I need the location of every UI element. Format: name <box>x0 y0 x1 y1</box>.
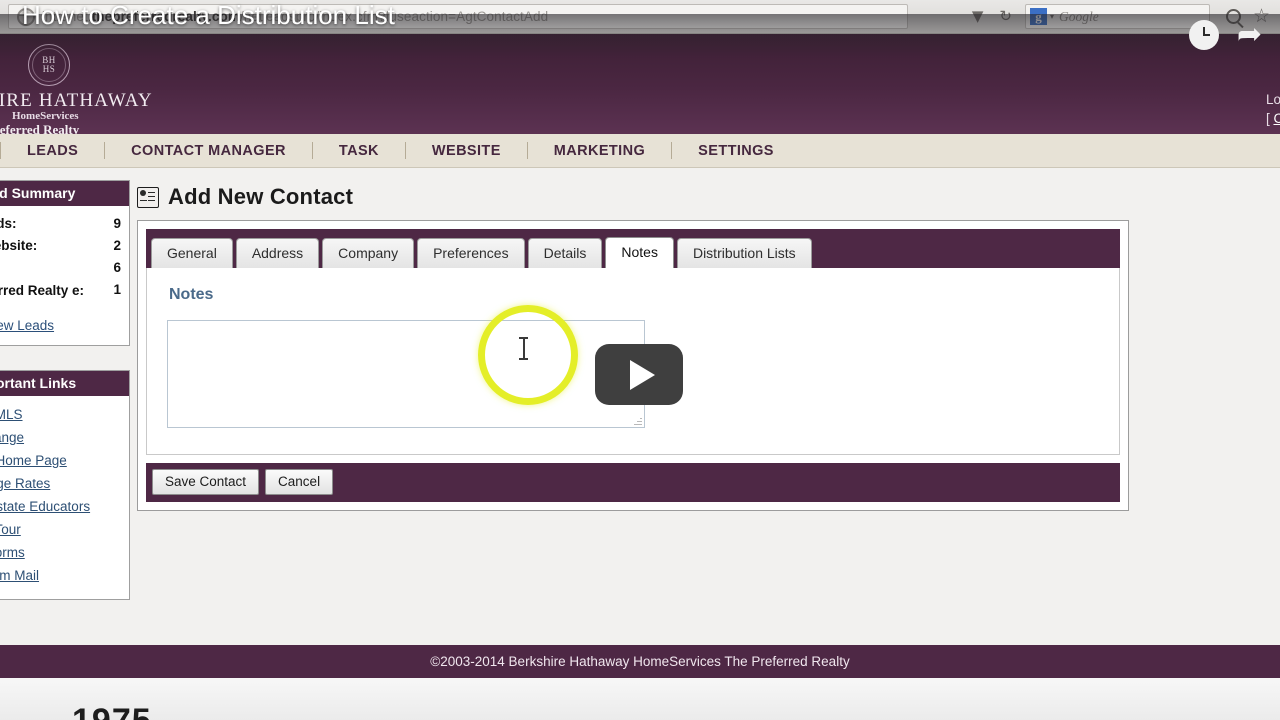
notes-field-wrapper <box>167 320 645 428</box>
link-item-virtual-tour[interactable]: ual Tour <box>0 518 121 541</box>
link-item-quantum-mail[interactable]: antum Mail <box>0 564 121 587</box>
tab-details[interactable]: Details <box>527 238 603 268</box>
nav-item-leads[interactable]: LEADS <box>1 143 104 159</box>
link-item-real-estate-educators[interactable]: al Estate Educators <box>0 495 121 518</box>
bhhs-seal-icon: BH HS <box>28 44 70 86</box>
video-controls: ➦ <box>1188 20 1262 50</box>
view-new-leads-link[interactable]: w New Leads <box>0 318 121 333</box>
row-label: ; Website: <box>0 238 38 253</box>
link-item-exchange[interactable]: xchange <box>0 426 121 449</box>
tab-bar: General Address Company Preferences Deta… <box>146 229 1120 268</box>
important-links-body: ion MLS xchange HS Home Page rtgage Rate… <box>0 396 129 599</box>
lead-summary-row: ; Website: 2 <box>0 235 121 257</box>
google-icon: g <box>1029 8 1047 25</box>
link-item-mls[interactable]: ion MLS <box>0 403 121 426</box>
lead-summary-panel: Lead Summary Leads: 9 ; Website: 2 e: 6 … <box>0 180 130 346</box>
share-icon[interactable]: ➦ <box>1237 20 1262 50</box>
nav-item-settings[interactable]: SETTINGS <box>672 143 800 159</box>
seal-line-2: HS <box>42 64 56 74</box>
logout-row: [ Clo <box>1266 109 1280 128</box>
logout-link[interactable]: Clo <box>1273 111 1280 126</box>
watch-later-clock-icon[interactable] <box>1188 20 1219 50</box>
search-engine-caret-icon[interactable]: ▾ <box>1050 12 1054 21</box>
footer-copyright: ©2003-2014 Berkshire Hathaway HomeServic… <box>430 654 850 669</box>
lead-summary-row: e: 6 <box>0 257 121 279</box>
form-action-bar: Save Contact Cancel <box>146 463 1120 502</box>
nav-item-task[interactable]: TASK <box>313 143 405 159</box>
row-value: 1 <box>113 282 121 297</box>
row-value: 9 <box>113 216 121 231</box>
notes-heading: Notes <box>169 286 214 303</box>
site-footer: ©2003-2014 Berkshire Hathaway HomeServic… <box>0 645 1280 678</box>
link-item-mortgage-rates[interactable]: rtgage Rates <box>0 472 121 495</box>
lead-summary-body: Leads: 9 ; Website: 2 e: 6 referred Real… <box>0 206 129 345</box>
notes-textarea[interactable] <box>167 320 645 428</box>
brand-name: SHIRE HATHAWAY <box>0 90 153 111</box>
video-title-text: How to Create a Distribution List <box>22 0 395 30</box>
dropdown-caret-icon[interactable]: ▼ <box>965 3 991 30</box>
link-item-c-forms[interactable]: C Forms <box>0 541 121 564</box>
save-contact-button[interactable]: Save Contact <box>152 469 260 495</box>
row-value: 2 <box>113 238 121 253</box>
search-input[interactable]: g ▾ Google <box>1024 4 1210 29</box>
sidebar: Lead Summary Leads: 9 ; Website: 2 e: 6 … <box>0 180 130 624</box>
row-value: 6 <box>113 260 121 275</box>
contact-card-icon <box>137 186 159 208</box>
lead-summary-row: referred Realty e: 1 <box>0 279 121 302</box>
tab-notes[interactable]: Notes <box>605 237 674 268</box>
lead-summary-title: Lead Summary <box>0 181 129 206</box>
brand-subtitle: HomeServices <box>12 110 79 122</box>
nav-item-marketing[interactable]: MARKETING <box>528 143 671 159</box>
page-title-row: Add New Contact <box>137 184 1132 210</box>
seal-line-1: BH <box>42 54 56 65</box>
tab-preferences[interactable]: Preferences <box>417 238 525 268</box>
below-footer-text: 1975 <box>72 702 152 720</box>
main-navigation: LEADS CONTACT MANAGER TASK WEBSITE MARKE… <box>0 134 1280 168</box>
nav-item-contact-manager[interactable]: CONTACT MANAGER <box>105 143 312 159</box>
reload-icon[interactable]: ↻ <box>992 3 1019 30</box>
tab-address[interactable]: Address <box>235 238 320 268</box>
nav-item-website[interactable]: WEBSITE <box>406 143 527 159</box>
search-placeholder: Google <box>1058 8 1099 24</box>
lead-summary-row: Leads: 9 <box>0 213 121 235</box>
login-status: Logg [ Clo <box>1266 90 1280 128</box>
important-links-title: mportant Links <box>0 371 129 396</box>
cancel-button[interactable]: Cancel <box>265 469 334 495</box>
site-header: BH HS SHIRE HATHAWAY HomeServices he Pre… <box>0 34 1280 137</box>
tab-distribution-lists[interactable]: Distribution Lists <box>676 238 812 268</box>
play-triangle-icon <box>629 359 655 390</box>
link-item-bhhs-home-page[interactable]: HS Home Page <box>0 449 121 472</box>
row-label: referred Realty e: <box>0 283 85 298</box>
row-label: Leads: <box>0 216 17 231</box>
important-links-panel: mportant Links ion MLS xchange HS Home P… <box>0 370 130 600</box>
logged-in-text: Logg <box>1265 92 1280 107</box>
page-title: Add New Contact <box>168 184 354 209</box>
below-footer-area: 1975 <box>0 678 1280 720</box>
play-button[interactable] <box>595 344 683 405</box>
tab-company[interactable]: Company <box>322 238 415 268</box>
tab-general[interactable]: General <box>151 238 233 268</box>
